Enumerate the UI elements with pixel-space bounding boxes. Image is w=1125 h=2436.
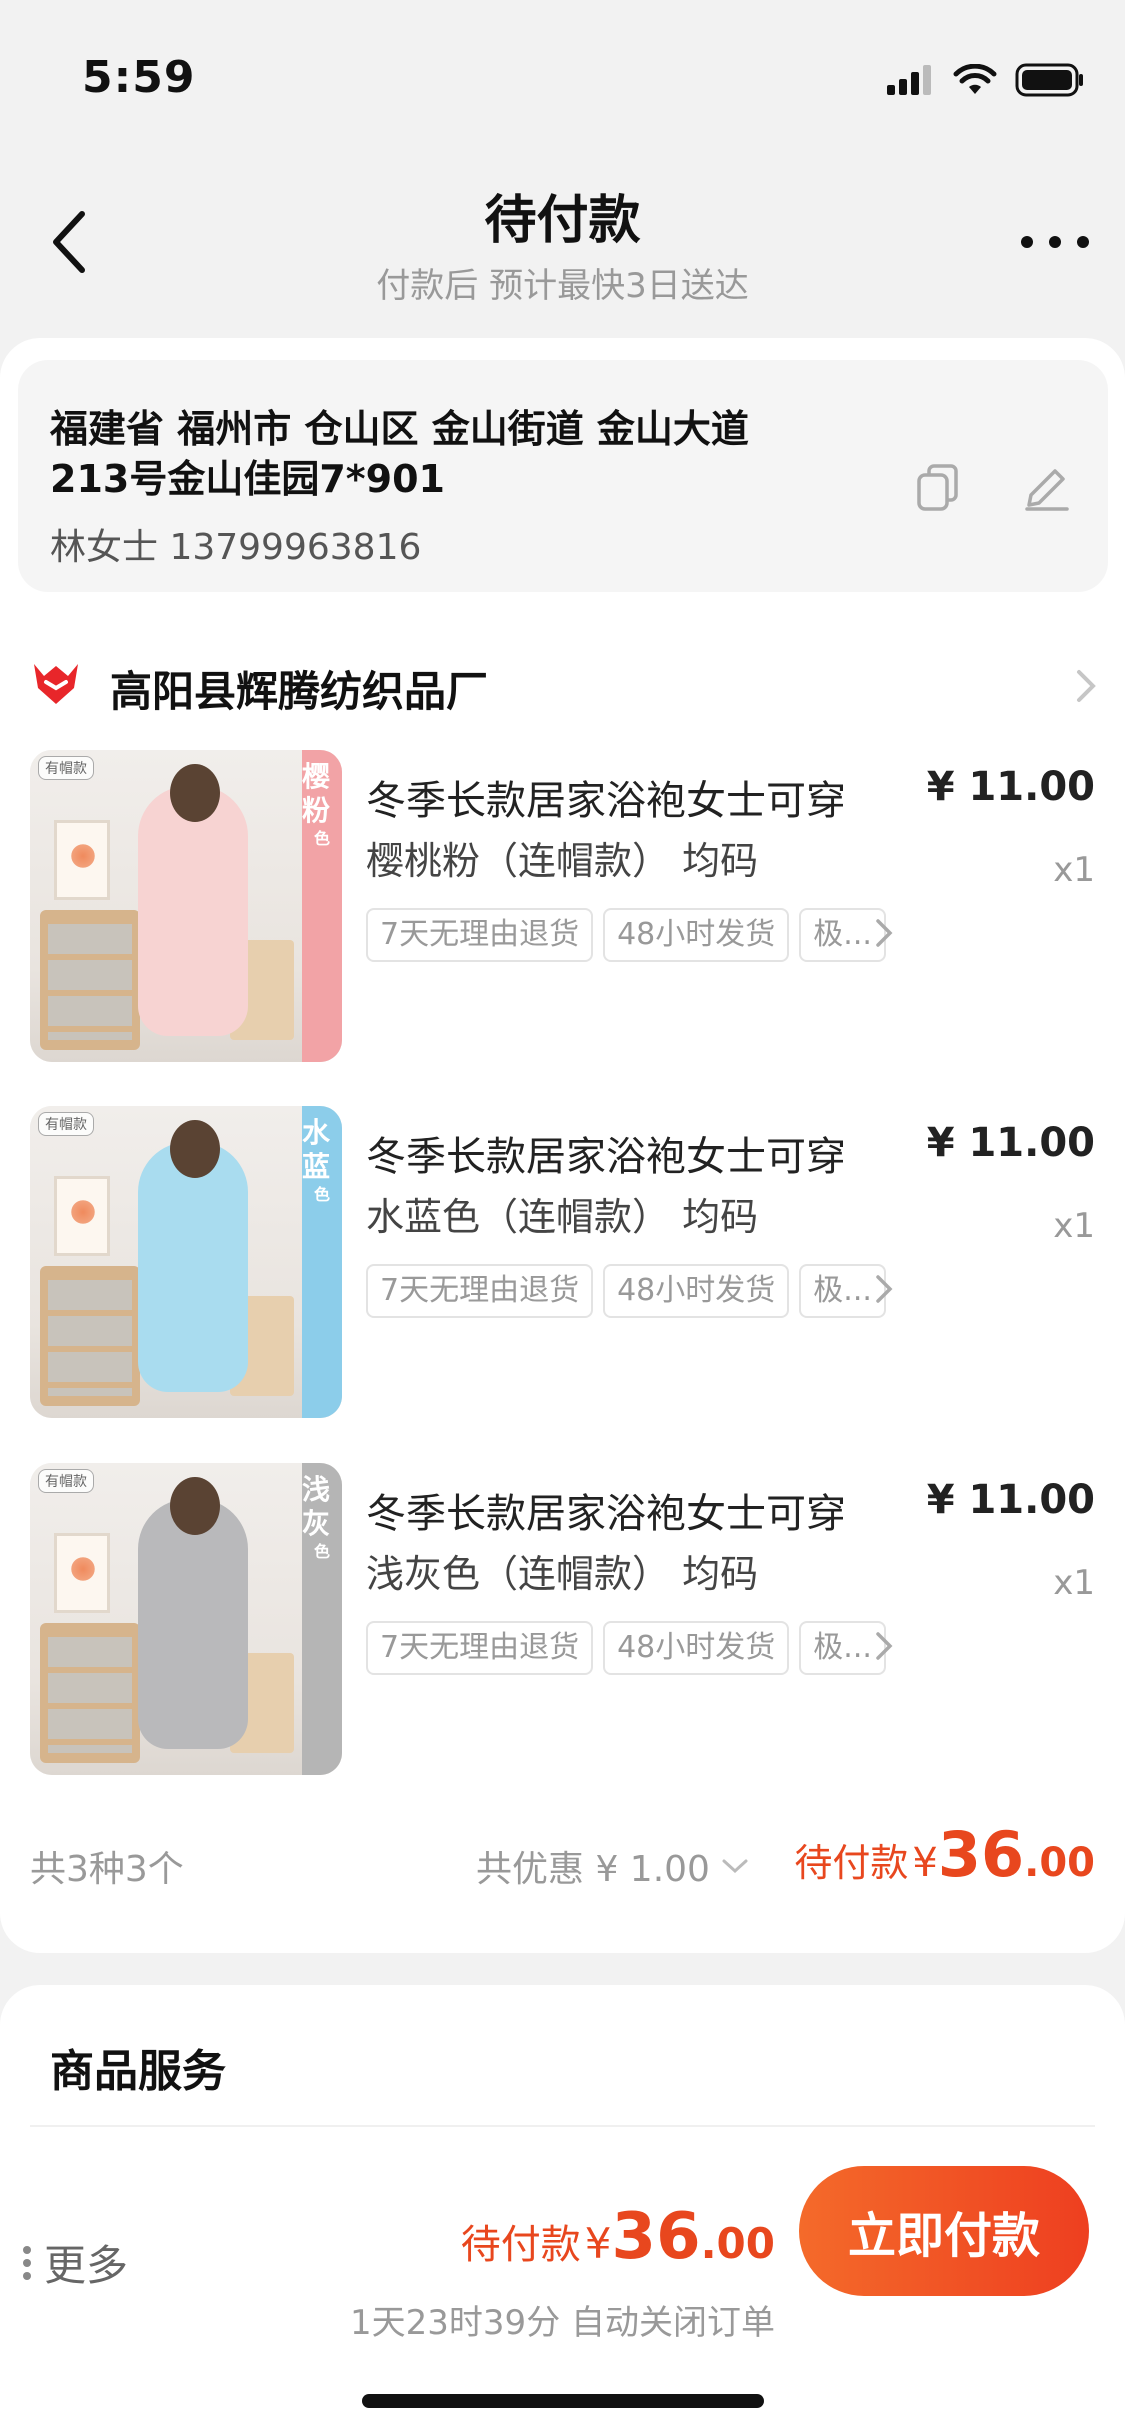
status-bar: 5:59 (0, 0, 1125, 160)
color-swatch-label: 樱粉 色 (302, 750, 342, 1062)
product-spec: 樱桃粉（连帽款） 均码 (366, 839, 759, 883)
product-thumbnail[interactable]: 水蓝 色 有帽款 (30, 1106, 342, 1418)
status-icons (887, 60, 1085, 100)
vertical-dots-icon (23, 2245, 31, 2280)
color-label: 浅灰 (302, 1473, 331, 1540)
more-label: 更多 (44, 2241, 129, 2290)
discount-toggle[interactable]: 共优惠 ¥ 1.00 (476, 1840, 750, 1892)
copy-address-button[interactable] (910, 460, 966, 516)
service-tag: 7天无理由退货 (366, 1621, 594, 1675)
address-line-2: 213号金山佳园7*901 (50, 457, 445, 501)
hood-badge: 有帽款 (38, 756, 94, 780)
product-thumbnail[interactable]: 樱粉 色 有帽款 (30, 750, 342, 1062)
color-label-sub: 色 (313, 1542, 330, 1561)
divider (30, 2125, 1095, 2127)
copy-icon (917, 464, 958, 511)
address-contact: 林女士 13799963816 (50, 527, 422, 568)
currency-symbol: ¥ (912, 1840, 938, 1886)
service-tag: 7天无理由退货 (366, 1264, 594, 1318)
cellular-signal-icon (887, 65, 931, 95)
product-garment (138, 786, 248, 1036)
pencil-icon (1025, 469, 1069, 511)
product-price: ¥ 11.00 (926, 1120, 1095, 1166)
shop-name: 高阳县辉腾纺织品厂 (110, 667, 489, 716)
more-button[interactable]: 更多 (22, 2232, 128, 2293)
chevron-right-icon[interactable] (870, 913, 900, 953)
nav-bar: 待付款 付款后 预计最快3日送达 (0, 160, 1125, 330)
currency-symbol: ¥ (584, 2219, 612, 2268)
home-indicator[interactable] (362, 2394, 764, 2408)
product-garment (138, 1142, 248, 1392)
shop-header[interactable]: 高阳县辉腾纺织品厂 (0, 638, 1125, 728)
product-quantity: x1 (1053, 850, 1095, 890)
shop-logo-icon (34, 664, 78, 704)
address-line-1: 福建省 福州市 仓山区 金山街道 金山大道 (50, 407, 749, 451)
amount-decimal: .00 (700, 2219, 775, 2268)
battery-icon (1015, 63, 1083, 97)
delivery-estimate: 付款后 预计最快3日送达 (376, 266, 749, 306)
status-time: 5:59 (82, 52, 196, 103)
pending-label: 待付款 (794, 1841, 909, 1885)
chevron-right-icon (1077, 670, 1096, 702)
color-label: 水蓝 (302, 1116, 331, 1183)
bottom-pending-amount: 待付款 ¥ 36 .00 (461, 2200, 775, 2274)
item-count: 共3种3个 (30, 1849, 184, 1890)
color-label: 樱粉 (302, 760, 331, 827)
color-label-sub: 色 (313, 829, 330, 848)
order-item[interactable]: 樱粉 色 有帽款 冬季长款居家浴袍女士可穿 樱桃粉（连帽款） 均码 7天无理由退… (0, 750, 1125, 1070)
bottom-action-bar: 更多 待付款 ¥ 36 .00 1天23时39分 自动关闭订单 立即付款 (0, 2140, 1125, 2436)
service-tags[interactable]: 7天无理由退货 48小时发货 极... (366, 1621, 906, 1677)
product-title: 冬季长款居家浴袍女士可穿 (366, 1491, 846, 1537)
order-summary: 共3种3个 共优惠 ¥ 1.00 待付款 ¥ 36 .00 (0, 1818, 1125, 1908)
product-quantity: x1 (1053, 1563, 1095, 1603)
product-spec: 浅灰色（连帽款） 均码 (366, 1552, 759, 1596)
color-label-sub: 色 (313, 1185, 330, 1204)
services-title: 商品服务 (50, 2046, 226, 2097)
order-item[interactable]: 浅灰 色 有帽款 冬季长款居家浴袍女士可穿 浅灰色（连帽款） 均码 7天无理由退… (0, 1463, 1125, 1783)
ellipsis-icon (1021, 236, 1089, 248)
shipping-address[interactable]: 福建省 福州市 仓山区 金山街道 金山大道 213号金山佳园7*901 林女士 … (18, 360, 1108, 592)
pending-amount: 待付款 ¥ 36 .00 (794, 1818, 1095, 1891)
chevron-right-icon[interactable] (870, 1269, 900, 1309)
product-title: 冬季长款居家浴袍女士可穿 (366, 778, 846, 824)
pending-label: 待付款 (460, 2222, 581, 2268)
chevron-right-icon[interactable] (870, 1626, 900, 1666)
page-title: 待付款 (484, 191, 641, 251)
service-tag: 48小时发货 (603, 1621, 790, 1675)
color-swatch-label: 浅灰 色 (302, 1463, 342, 1775)
amount-integer: 36 (937, 1818, 1025, 1891)
more-options-button[interactable] (1015, 212, 1095, 272)
wifi-icon (953, 64, 997, 94)
service-tag: 7天无理由退货 (366, 908, 594, 962)
amount-integer: 36 (611, 2200, 701, 2274)
hood-badge: 有帽款 (38, 1469, 94, 1493)
edit-address-button[interactable] (1018, 460, 1074, 516)
product-spec: 水蓝色（连帽款） 均码 (366, 1195, 759, 1239)
service-tags[interactable]: 7天无理由退货 48小时发货 极... (366, 908, 906, 964)
product-price: ¥ 11.00 (926, 764, 1095, 810)
product-price: ¥ 11.00 (926, 1477, 1095, 1523)
service-tags[interactable]: 7天无理由退货 48小时发货 极... (366, 1264, 906, 1320)
service-tag: 48小时发货 (603, 1264, 790, 1318)
auto-close-countdown: 1天23时39分 自动关闭订单 (350, 2303, 775, 2343)
discount-text: 共优惠 ¥ 1.00 (476, 1849, 710, 1890)
service-tag: 48小时发货 (603, 908, 790, 962)
amount-decimal: .00 (1024, 1840, 1095, 1886)
color-swatch-label: 水蓝 色 (302, 1106, 342, 1418)
order-card: 福建省 福州市 仓山区 金山街道 金山大道 213号金山佳园7*901 林女士 … (0, 338, 1125, 1953)
product-quantity: x1 (1053, 1206, 1095, 1246)
order-item[interactable]: 水蓝 色 有帽款 冬季长款居家浴袍女士可穿 水蓝色（连帽款） 均码 7天无理由退… (0, 1106, 1125, 1426)
product-thumbnail[interactable]: 浅灰 色 有帽款 (30, 1463, 342, 1775)
hood-badge: 有帽款 (38, 1112, 94, 1136)
product-garment (138, 1499, 248, 1749)
product-title: 冬季长款居家浴袍女士可穿 (366, 1134, 846, 1180)
chevron-down-icon (722, 1859, 748, 1874)
pay-now-button[interactable]: 立即付款 (799, 2166, 1089, 2296)
